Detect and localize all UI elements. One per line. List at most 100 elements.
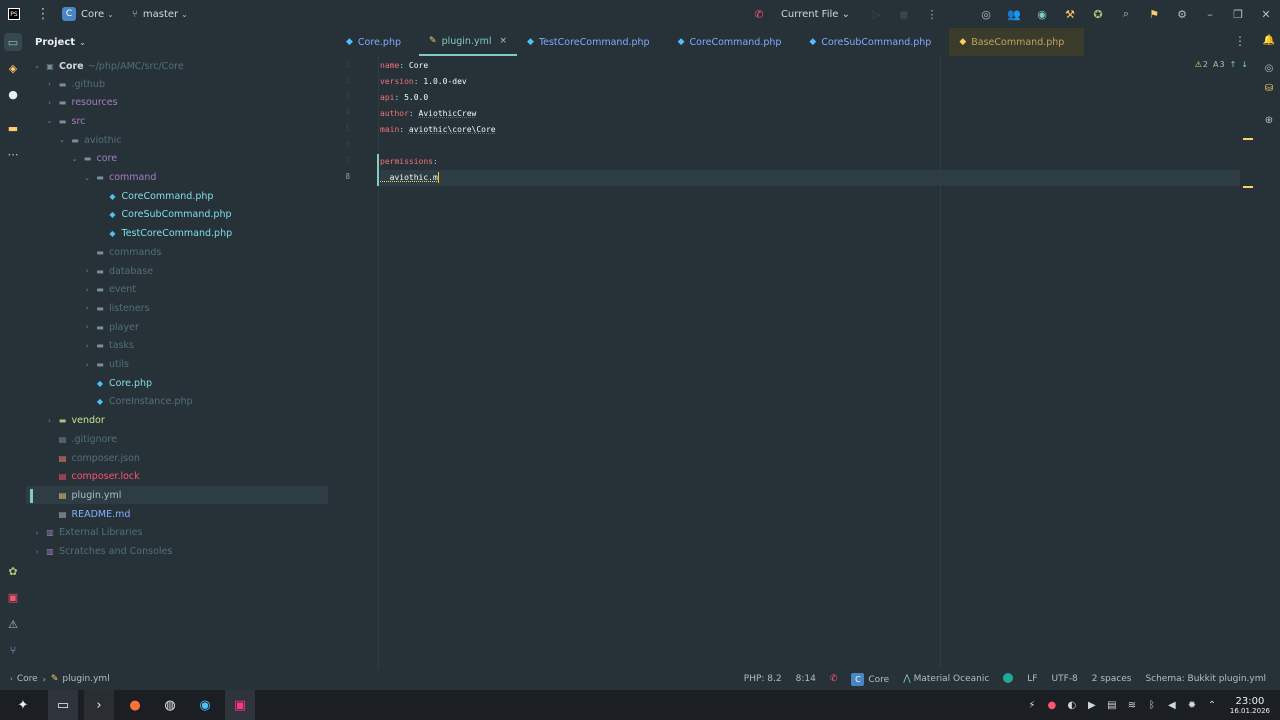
phpstorm-task-icon[interactable]: ▣ xyxy=(225,690,255,720)
expand-arrow-icon[interactable]: › xyxy=(82,286,92,294)
terminal-icon[interactable]: ▣ xyxy=(4,588,22,606)
inspection-widget[interactable]: ⚠ 2 A3 ↑ ↓ xyxy=(1190,60,1248,69)
tree-item[interactable]: ▤ .gitignore xyxy=(26,430,328,448)
expand-arrow-icon[interactable]: ⌄ xyxy=(45,117,55,125)
phpstorm-logo-icon[interactable]: PS xyxy=(8,8,20,20)
json-schema[interactable]: Schema: Bukkit plugin.yml xyxy=(1145,674,1266,684)
run-configuration-selector[interactable]: Current File ⌄ xyxy=(781,9,850,20)
tree-item[interactable]: ◆ Core.php xyxy=(26,374,328,392)
line-separator[interactable]: LF xyxy=(1027,674,1037,684)
restore-icon[interactable]: ❐ xyxy=(1224,0,1252,28)
expand-arrow-icon[interactable]: › xyxy=(82,323,92,331)
browser-icon[interactable]: ◉ xyxy=(190,690,220,720)
add-user-icon[interactable]: 👥 xyxy=(1000,0,1028,28)
tab-options-icon[interactable]: ⋮ xyxy=(1234,34,1246,48)
close-tab-icon[interactable]: × xyxy=(499,36,507,46)
tree-item[interactable]: ⌄ ▬ aviothic xyxy=(26,131,328,149)
ai-chat-icon[interactable]: ◎ xyxy=(1261,60,1277,76)
minimize-icon[interactable]: – xyxy=(1196,0,1224,28)
theme-indicator[interactable]: ⋀ Material Oceanic xyxy=(903,674,989,684)
tab-basecommand-php[interactable]: ◆ BaseCommand.php xyxy=(949,28,1085,56)
project-panel-header[interactable]: Project ⌄ xyxy=(26,28,328,56)
problems-icon[interactable]: ⚠ xyxy=(4,615,22,633)
clipboard-icon[interactable]: ▤ xyxy=(1102,700,1122,711)
branch-switcher[interactable]: ⑂ master ⌄ xyxy=(132,9,188,20)
tree-item[interactable]: › ▥ External Libraries xyxy=(26,524,328,542)
expand-arrow-icon[interactable]: › xyxy=(82,342,92,350)
wifi-icon[interactable]: ≋ xyxy=(1122,700,1142,711)
tree-item[interactable]: › ▬ listeners xyxy=(26,299,328,317)
bluetooth-icon[interactable]: ᛒ xyxy=(1142,700,1162,711)
tree-root[interactable]: ⌄ ▣ Core ~/php/AMC/src/Core xyxy=(26,57,328,75)
plugin-status-icon[interactable]: ◉ xyxy=(1028,0,1056,28)
tree-item[interactable]: ▤ README.md xyxy=(26,505,328,523)
tree-item[interactable]: ▬ commands xyxy=(26,243,328,261)
media-icon[interactable]: ▶ xyxy=(1082,700,1102,711)
expand-tray-icon[interactable]: ⌃ xyxy=(1202,700,1222,711)
clock[interactable]: 23:00 16.01.2026 xyxy=(1230,696,1270,715)
tree-item[interactable]: › ▬ resources xyxy=(26,94,328,112)
brightness-icon[interactable]: ✹ xyxy=(1182,700,1202,711)
expand-arrow-icon[interactable]: › xyxy=(32,548,42,556)
tree-item[interactable]: ⌄ ▬ command xyxy=(26,169,328,187)
breadcrumb-file[interactable]: plugin.yml xyxy=(62,674,109,684)
terminal-icon[interactable]: › xyxy=(84,690,114,720)
search-icon[interactable]: ⌕ xyxy=(1112,0,1140,28)
tree-item[interactable]: ▤ composer.json xyxy=(26,449,328,467)
pull-requests-icon[interactable]: ▬ xyxy=(4,119,22,137)
previous-highlight-icon[interactable]: ↑ xyxy=(1230,60,1237,69)
breadcrumb-root[interactable]: Core xyxy=(17,674,38,684)
project-switcher[interactable]: C Core ⌄ xyxy=(62,7,114,21)
tree-item[interactable]: › ▥ Scratches and Consoles xyxy=(26,543,328,561)
tab-coresubcommand-php[interactable]: ◆ CoreSubCommand.php xyxy=(799,28,941,56)
tree-item[interactable]: › ▬ .github xyxy=(26,75,328,93)
php-version[interactable]: PHP: 8.2 xyxy=(744,674,782,684)
settings-icon[interactable]: ⚙ xyxy=(1168,0,1196,28)
github-icon[interactable]: ● xyxy=(4,85,22,103)
more-tools-icon[interactable]: ⋯ xyxy=(4,145,22,163)
more-actions-icon[interactable]: ⋮ xyxy=(918,0,946,28)
run-icon[interactable]: ▷ xyxy=(862,0,890,28)
project-indicator[interactable]: C Core xyxy=(851,672,889,686)
file-manager-icon[interactable]: ▭ xyxy=(48,690,78,720)
git-icon[interactable]: ⑂ xyxy=(4,641,22,659)
phone-icon[interactable]: ✆ xyxy=(745,0,773,28)
project-tool-icon[interactable]: ▭ xyxy=(4,33,22,51)
tree-item[interactable]: › ▬ player xyxy=(26,318,328,336)
commit-icon[interactable]: ◈ xyxy=(4,59,22,77)
tree-item[interactable]: › ▬ tasks xyxy=(26,337,328,355)
updates-icon[interactable]: ⚑ xyxy=(1140,0,1168,28)
obs-icon[interactable]: ◍ xyxy=(155,690,185,720)
caret-position[interactable]: 8:14 xyxy=(796,674,816,684)
tab-core-php[interactable]: ◆ Core.php xyxy=(336,28,411,56)
tree-item[interactable]: › ▬ database xyxy=(26,262,328,280)
expand-arrow-icon[interactable]: › xyxy=(45,99,55,107)
tree-item[interactable]: › ▬ event xyxy=(26,281,328,299)
tree-item[interactable]: ⌄ ▬ core xyxy=(26,150,328,168)
indent-setting[interactable]: 2 spaces xyxy=(1092,674,1132,684)
tree-item[interactable]: ⌄ ▬ src xyxy=(26,112,328,130)
tree-item[interactable]: ◆ CoreCommand.php xyxy=(26,187,328,205)
close-icon[interactable]: ✕ xyxy=(1252,0,1280,28)
services-icon[interactable]: ✿ xyxy=(4,562,22,580)
expand-arrow-icon[interactable]: ⌄ xyxy=(82,174,92,182)
tree-item[interactable]: ▤ composer.lock xyxy=(26,468,328,486)
expand-arrow-icon[interactable]: › xyxy=(82,304,92,312)
steam-icon[interactable]: ◐ xyxy=(1062,700,1082,711)
notifications-icon[interactable]: 🔔 xyxy=(1261,32,1277,48)
main-menu-icon[interactable]: ⋮ xyxy=(36,6,50,22)
endpoints-icon[interactable]: ⊕ xyxy=(1261,112,1277,128)
tree-item[interactable]: › ▬ utils xyxy=(26,356,328,374)
expand-arrow-icon[interactable]: › xyxy=(45,417,55,425)
tab-plugin-yml[interactable]: ✎ plugin.yml × xyxy=(419,28,518,56)
expand-arrow-icon[interactable]: › xyxy=(82,267,92,275)
volume-icon[interactable]: ◀ xyxy=(1162,700,1182,711)
expand-arrow-icon[interactable]: ⌄ xyxy=(70,155,80,163)
server-status-icon[interactable] xyxy=(1003,672,1014,686)
tree-item[interactable]: ◆ CoreSubCommand.php xyxy=(26,206,328,224)
vcs-status-icon[interactable]: ✆ xyxy=(830,674,838,684)
database-icon[interactable]: ⛁ xyxy=(1261,80,1277,96)
build-tools-icon[interactable]: ⚒ xyxy=(1056,0,1084,28)
tab-corecommand-php[interactable]: ◆ CoreCommand.php xyxy=(668,28,792,56)
tree-item[interactable]: ◆ TestCoreCommand.php xyxy=(26,225,328,243)
